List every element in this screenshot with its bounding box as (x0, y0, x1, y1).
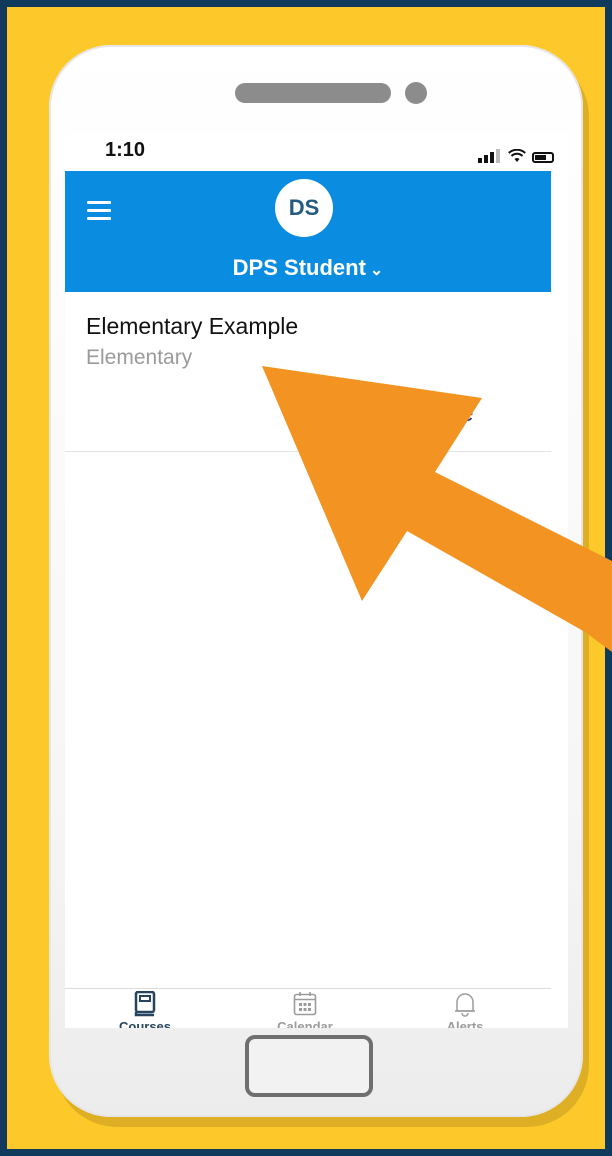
account-switcher[interactable]: DPS Student ⌄ (65, 255, 551, 281)
calendar-icon (293, 992, 317, 1016)
tab-label: Calendar (277, 1019, 333, 1028)
hamburger-menu-icon[interactable] (87, 201, 111, 220)
signal-icon (478, 145, 502, 163)
tab-courses[interactable]: Courses (95, 991, 195, 1028)
phone-camera (405, 82, 427, 104)
course-list-item[interactable]: Elementary Example Elementary ade (65, 292, 551, 452)
course-title: Elementary Example (86, 313, 299, 339)
status-bar: 1:10 (65, 133, 568, 170)
course-list-empty-area (65, 452, 551, 987)
tab-label: Alerts (446, 1019, 484, 1028)
tab-alerts[interactable]: Alerts (415, 991, 515, 1028)
chevron-down-icon: ⌄ (369, 262, 384, 279)
book-icon (134, 991, 156, 1017)
account-name-label: DPS Student (232, 255, 366, 280)
tab-label: Courses (118, 1019, 172, 1028)
wifi-icon (508, 149, 526, 162)
bottom-tab-bar: Courses Calendar Alerts (65, 988, 551, 1028)
yellow-frame: 1:10 DS DPS Student ⌄ Elementary Example… (7, 7, 605, 1149)
app-header: DS DPS Student ⌄ (65, 171, 551, 292)
status-icons (478, 145, 554, 163)
phone-mockup: 1:10 DS DPS Student ⌄ Elementary Example… (49, 45, 583, 1117)
bell-icon (455, 993, 475, 1017)
home-button[interactable] (245, 1035, 373, 1097)
avatar[interactable]: DS (275, 179, 333, 237)
slide-background: 1:10 DS DPS Student ⌄ Elementary Example… (0, 0, 612, 1156)
phone-screen: 1:10 DS DPS Student ⌄ Elementary Example… (65, 133, 568, 1028)
grade-link[interactable]: ade (435, 400, 473, 427)
course-subtitle: Elementary (86, 346, 193, 369)
status-time: 1:10 (105, 139, 146, 161)
phone-speaker (235, 83, 391, 103)
tab-calendar[interactable]: Calendar (255, 991, 355, 1028)
battery-icon (532, 152, 554, 163)
